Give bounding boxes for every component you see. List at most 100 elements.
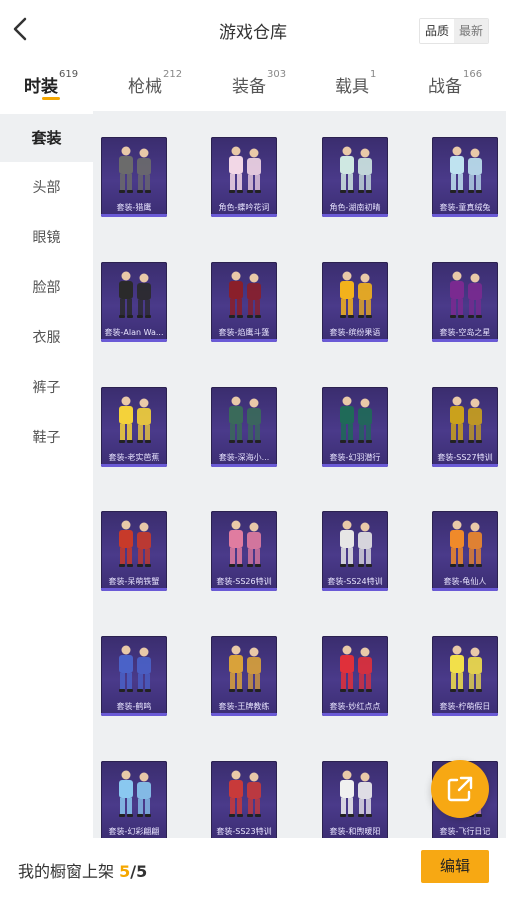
item-card[interactable]: 套装-猎鹰: [101, 137, 167, 217]
outfit-thumbnail-icon: [229, 645, 261, 692]
item-card-label: 套装-王牌教练: [218, 702, 270, 711]
item-card-label: 套装-鹤鸣: [116, 702, 152, 711]
item-card[interactable]: 角色-蝶吟花词: [211, 137, 277, 217]
sidebar-item-suits[interactable]: 套装: [0, 114, 93, 162]
tab-count: 1: [370, 69, 377, 80]
share-button[interactable]: [431, 760, 489, 818]
tab-count: 166: [463, 69, 483, 80]
item-card-label: 套装-SS27特训: [437, 453, 493, 462]
rarity-bar: [432, 464, 498, 467]
top-bar: 游戏仓库 品质 最新: [0, 0, 506, 60]
category-tabs: 时装619 枪械212 装备303 载具1 战备166: [0, 60, 506, 110]
outfit-thumbnail-icon: [450, 271, 482, 318]
outfit-thumbnail-icon: [119, 770, 151, 817]
item-card[interactable]: 套装-SS23特训: [211, 761, 277, 838]
item-card[interactable]: 套装-空岛之星: [432, 262, 498, 342]
external-link-icon: [447, 776, 473, 802]
showcase-label: 我的橱窗上架: [18, 862, 115, 881]
sidebar-item-clothes[interactable]: 衣服: [0, 314, 93, 362]
item-card[interactable]: 套装-焰鹰斗篷: [211, 262, 277, 342]
tab-vehicles[interactable]: 载具1: [335, 69, 377, 97]
item-card-label: 套装-老实芭蕉: [108, 453, 160, 462]
tab-label: 载具: [335, 77, 369, 97]
outfit-thumbnail-icon: [229, 146, 261, 193]
item-card-label: 套装-SS23特训: [216, 827, 272, 836]
item-card[interactable]: 套装-SS24特训: [322, 511, 388, 591]
item-card[interactable]: 套装-王牌教练: [211, 636, 277, 716]
showcase-bar: 我的橱窗上架 5/5 编辑: [0, 838, 506, 897]
item-card-label: 套装-飞行日记: [439, 827, 491, 836]
sort-quality-button[interactable]: 品质: [419, 19, 454, 43]
rarity-bar: [322, 339, 388, 342]
item-card[interactable]: 套装-缤纷果语: [322, 262, 388, 342]
item-card-label: 套装-SS24特训: [327, 577, 383, 586]
outfit-thumbnail-icon: [340, 645, 372, 692]
sort-newest-button[interactable]: 最新: [453, 19, 488, 43]
item-card[interactable]: 套装-呆萌铁蟹: [101, 511, 167, 591]
tab-count: 303: [267, 69, 287, 80]
outfit-thumbnail-icon: [450, 146, 482, 193]
tab-label: 战备: [428, 77, 462, 97]
showcase-total: 5: [136, 862, 148, 881]
item-card[interactable]: 套装-妙红点点: [322, 636, 388, 716]
outfit-thumbnail-icon: [229, 271, 261, 318]
item-card[interactable]: 套装-和煦暖阳: [322, 761, 388, 838]
rarity-bar: [211, 214, 277, 217]
item-card[interactable]: 角色-湖南初晴: [322, 137, 388, 217]
tab-supplies[interactable]: 战备166: [428, 69, 483, 97]
item-card-label: 套装-童真绒兔: [439, 203, 491, 212]
item-card-label: 套装-Alan Wa...: [104, 328, 164, 337]
item-card[interactable]: 套装-幻羽潜行: [322, 387, 388, 467]
sidebar-item-shoes[interactable]: 鞋子: [0, 414, 93, 462]
item-card[interactable]: 套装-SS27特训: [432, 387, 498, 467]
tab-guns[interactable]: 枪械212: [128, 69, 182, 97]
outfit-thumbnail-icon: [119, 645, 151, 692]
showcase-current: 5: [119, 862, 131, 881]
item-card-label: 套装-呆萌铁蟹: [108, 577, 160, 586]
item-card-label: 套装-柠萌假日: [439, 702, 491, 711]
edit-button[interactable]: 编辑: [421, 850, 489, 883]
item-card[interactable]: 套装-鹤鸣: [101, 636, 167, 716]
item-card[interactable]: 套装-童真绒兔: [432, 137, 498, 217]
outfit-thumbnail-icon: [119, 146, 151, 193]
item-card[interactable]: 套装-老实芭蕉: [101, 387, 167, 467]
rarity-bar: [432, 339, 498, 342]
outfit-thumbnail-icon: [229, 770, 261, 817]
item-card[interactable]: 套装-Alan Wa...: [101, 262, 167, 342]
item-card-label: 套装-SS26特训: [216, 577, 272, 586]
sidebar-item-pants[interactable]: 裤子: [0, 364, 93, 412]
outfit-thumbnail-icon: [450, 396, 482, 443]
item-card-label: 套装-幻彩翩翩: [108, 827, 160, 836]
item-card-label: 角色-湖南初晴: [329, 203, 381, 212]
tab-label: 枪械: [128, 77, 162, 97]
outfit-thumbnail-icon: [119, 520, 151, 567]
tab-label: 装备: [232, 77, 266, 97]
item-card[interactable]: 套装-柠萌假日: [432, 636, 498, 716]
rarity-bar: [101, 214, 167, 217]
item-card[interactable]: 套装-深海小...: [211, 387, 277, 467]
rarity-bar: [211, 339, 277, 342]
sidebar-item-head[interactable]: 头部: [0, 164, 93, 212]
rarity-bar: [101, 339, 167, 342]
item-card-label: 套装-焰鹰斗篷: [218, 328, 270, 337]
tab-equipment[interactable]: 装备303: [232, 69, 287, 97]
active-tab-indicator: [42, 97, 60, 100]
rarity-bar: [322, 214, 388, 217]
sidebar-item-glasses[interactable]: 眼镜: [0, 214, 93, 262]
sidebar-item-face[interactable]: 脸部: [0, 264, 93, 312]
item-card[interactable]: 套装-SS26特训: [211, 511, 277, 591]
rarity-bar: [101, 464, 167, 467]
outfit-thumbnail-icon: [340, 396, 372, 443]
outfit-thumbnail-icon: [450, 645, 482, 692]
tab-fashion[interactable]: 时装619: [24, 69, 79, 97]
rarity-bar: [322, 713, 388, 716]
item-card-label: 套装-空岛之星: [439, 328, 491, 337]
rarity-bar: [432, 588, 498, 591]
rarity-bar: [432, 713, 498, 716]
showcase-status: 我的橱窗上架 5/5: [18, 858, 147, 882]
sidebar: 套装 头部 眼镜 脸部 衣服 裤子 鞋子: [0, 111, 93, 897]
tab-count: 619: [59, 69, 79, 80]
item-card[interactable]: 套装-幻彩翩翩: [101, 761, 167, 838]
item-card[interactable]: 套装-龟仙人: [432, 511, 498, 591]
outfit-thumbnail-icon: [229, 396, 261, 443]
